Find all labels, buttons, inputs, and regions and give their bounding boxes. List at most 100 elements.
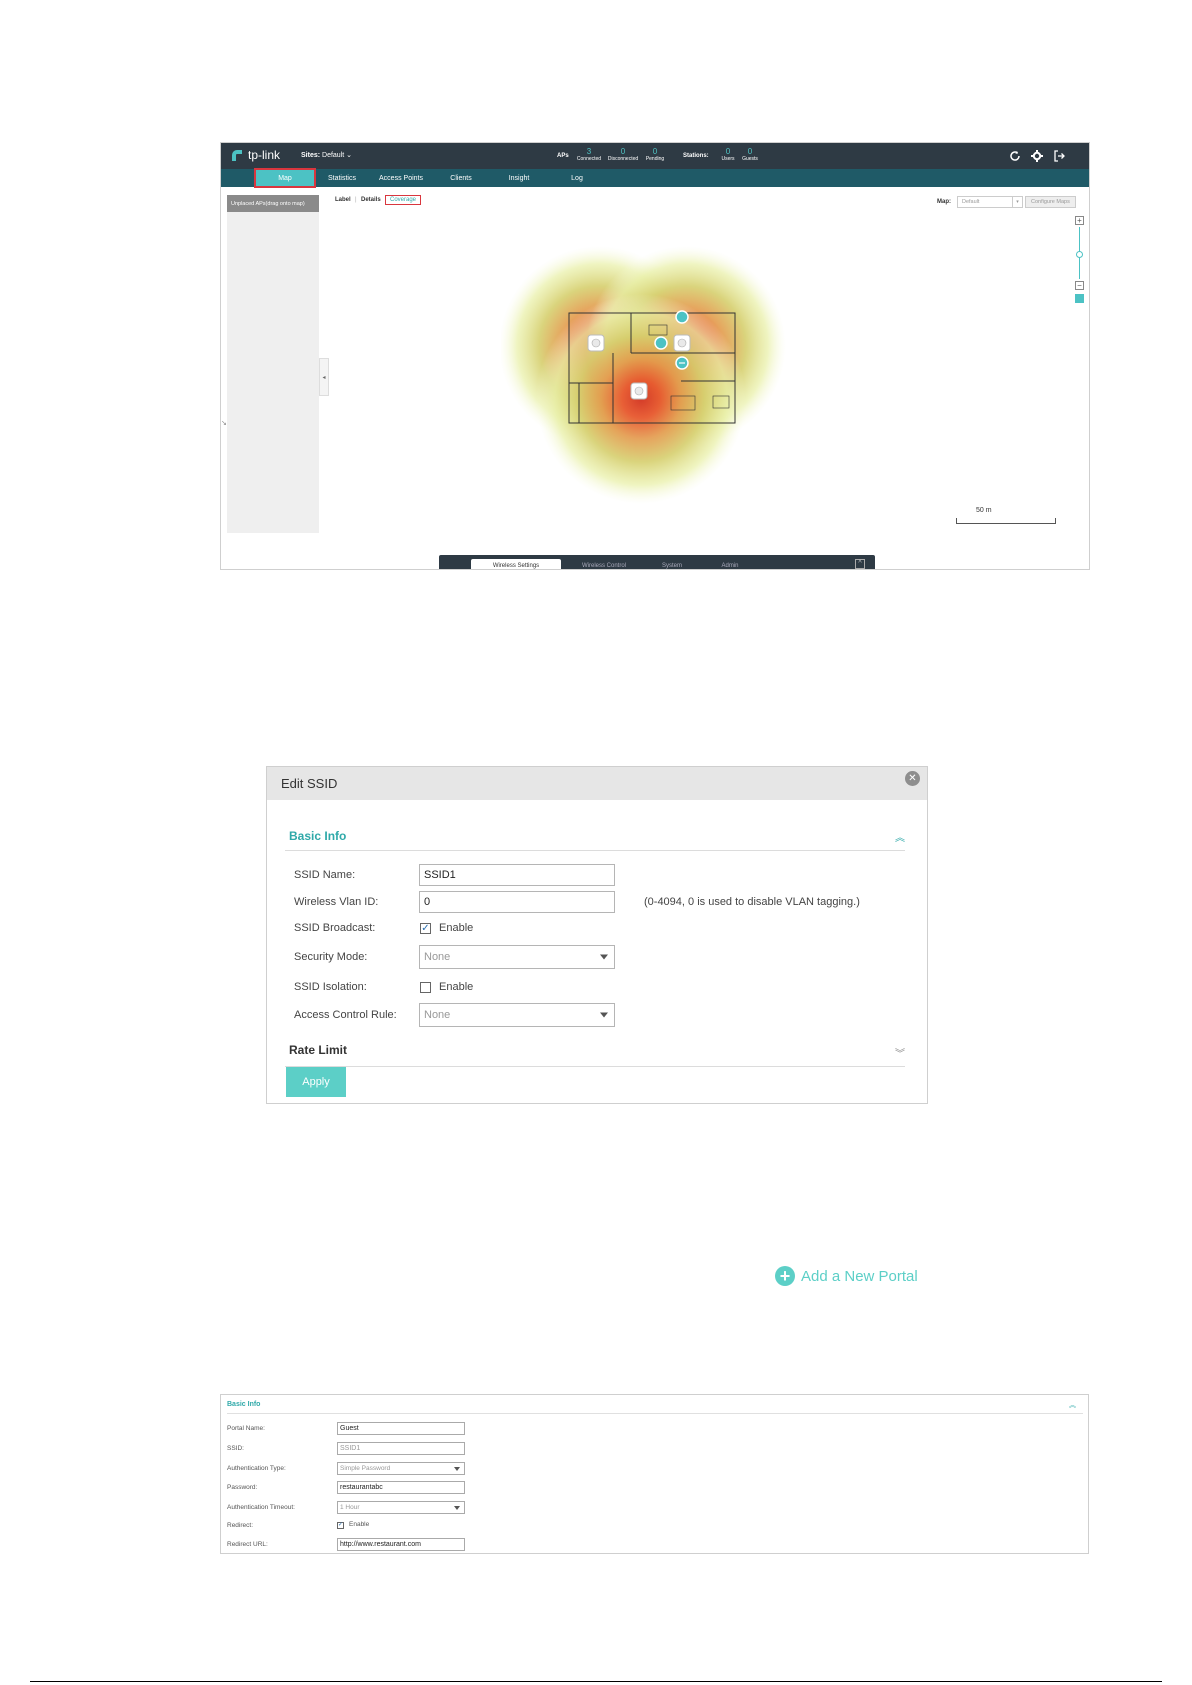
tp-link-logo: tp-link	[229, 147, 280, 163]
security-mode-select[interactable]: None	[419, 945, 615, 969]
tab-wireless-control[interactable]: Wireless Control	[569, 559, 639, 569]
chevron-double-up-icon[interactable]: ︽	[895, 829, 905, 844]
access-control-label: Access Control Rule:	[294, 1009, 397, 1021]
auth-timeout-label: Authentication Timeout:	[227, 1504, 295, 1511]
aps-label: APs	[557, 153, 569, 159]
ssid-name-label: SSID Name:	[294, 869, 356, 881]
ssid-broadcast-checkbox[interactable]: ✓	[420, 923, 431, 934]
auth-timeout-select[interactable]: 1 Hour	[337, 1501, 465, 1514]
refresh-icon[interactable]	[1007, 148, 1023, 164]
tab-statistics[interactable]: Statistics	[317, 169, 367, 187]
portal-name-input[interactable]: Guest	[337, 1422, 465, 1435]
add-new-portal-label: Add a New Portal	[801, 1267, 918, 1285]
ap-marker[interactable]	[630, 382, 648, 400]
zoom-slider-handle[interactable]	[1076, 251, 1083, 258]
stations-guests-count: 0	[747, 147, 753, 156]
password-input[interactable]: restaurantabc	[337, 1481, 465, 1494]
security-mode-value: None	[424, 951, 451, 963]
caret-down-icon	[454, 1505, 460, 1510]
chevron-up-icon[interactable]: ^	[855, 559, 865, 569]
aps-pending: 0 Pending	[643, 147, 667, 162]
access-control-value: None	[424, 1009, 451, 1021]
rate-limit-heading[interactable]: Rate Limit	[289, 1043, 347, 1057]
tab-clients[interactable]: Clients	[435, 169, 487, 187]
stations-users: 0 Users	[719, 147, 737, 162]
add-new-portal-link[interactable]: + Add a New Portal	[775, 1266, 918, 1286]
rotate-icon[interactable]	[675, 310, 689, 324]
dialog-header: Edit SSID ✕	[267, 767, 927, 800]
zoom-in-button[interactable]: +	[1075, 216, 1084, 225]
configure-maps-button[interactable]: Configure Maps	[1025, 196, 1076, 208]
chevron-double-up-icon[interactable]: ︽	[1069, 1400, 1076, 1410]
gear-icon[interactable]	[1029, 148, 1045, 164]
view-tab-label[interactable]: Label	[335, 197, 351, 203]
aps-pending-count: 0	[652, 147, 658, 156]
tab-map[interactable]: Map	[254, 168, 316, 188]
page-footer-rule	[30, 1681, 1162, 1682]
chevron-down-icon: ⌄	[346, 152, 353, 159]
ssid-isolation-checkbox[interactable]	[420, 982, 431, 993]
tab-insight[interactable]: Insight	[491, 169, 547, 187]
plus-circle-icon: +	[775, 1266, 795, 1286]
aps-connected: 3 Connected	[575, 147, 603, 162]
top-bar: tp-link Sites: Default ⌄ APs 3 Connected…	[221, 143, 1089, 169]
tab-access-points[interactable]: Access Points	[369, 169, 433, 187]
logout-icon[interactable]	[1051, 148, 1067, 164]
caret-down-icon	[454, 1466, 460, 1471]
ssid-isolation-label: SSID Isolation:	[294, 981, 367, 993]
redirect-checkbox[interactable]: ✓	[337, 1522, 344, 1529]
basic-info-heading[interactable]: Basic Info	[227, 1401, 260, 1408]
zoom-out-button[interactable]: −	[1075, 281, 1084, 290]
redirect-label: Redirect:	[227, 1522, 254, 1529]
ssid-broadcast-enable-label: Enable	[439, 922, 474, 934]
basic-info-heading[interactable]: Basic Info	[289, 829, 346, 843]
vlan-id-hint: (0-4094, 0 is used to disable VLAN taggi…	[644, 896, 860, 908]
settings-icon[interactable]	[654, 336, 668, 350]
tab-wireless-settings[interactable]: Wireless Settings	[471, 559, 561, 569]
settings-bottom-bar: Wireless Settings Wireless Control Syste…	[439, 555, 875, 569]
ap-marker[interactable]	[673, 334, 691, 352]
map-select[interactable]: Default ▾	[957, 196, 1023, 208]
ssid-label: SSID:	[227, 1445, 244, 1452]
section-divider	[285, 850, 905, 851]
view-tab-separator: |	[355, 197, 357, 203]
redirect-url-input[interactable]: http://www.restaurant.com	[337, 1538, 465, 1551]
portal-basic-info-form: Basic Info ︽ Portal Name: Guest SSID: SS…	[220, 1394, 1089, 1554]
vlan-id-input[interactable]: 0	[419, 891, 615, 913]
tp-link-logo-icon	[232, 150, 242, 161]
unplaced-aps-header: Unplaced APs(drag onto map)	[227, 195, 319, 212]
map-select-value: Default	[962, 199, 980, 205]
close-icon[interactable]: ✕	[905, 771, 920, 786]
panel-collapse-toggle[interactable]: ◂	[319, 358, 329, 396]
stations-users-label: Users	[721, 156, 735, 162]
view-tab-details[interactable]: Details	[361, 197, 381, 203]
auth-type-select[interactable]: Simple Password	[337, 1462, 465, 1475]
section-divider	[227, 1413, 1083, 1414]
ssid-input[interactable]: SSID1	[337, 1442, 465, 1455]
access-control-select[interactable]: None	[419, 1003, 615, 1027]
ssid-broadcast-label: SSID Broadcast:	[294, 922, 376, 934]
tab-system[interactable]: System	[647, 559, 697, 569]
caret-down-icon	[600, 954, 608, 960]
vlan-id-label: Wireless Vlan ID:	[294, 896, 379, 908]
unplaced-aps-panel: Unplaced APs(drag onto map)	[227, 195, 319, 533]
sites-selector[interactable]: Sites: Default ⌄	[301, 151, 352, 159]
apply-button[interactable]: Apply	[286, 1067, 346, 1097]
tab-log[interactable]: Log	[551, 169, 603, 187]
sites-value: Default	[322, 152, 345, 159]
chevron-double-down-icon[interactable]: ︾	[895, 1045, 905, 1060]
panel-expand-arrow-icon[interactable]: ↘	[221, 419, 227, 427]
tab-admin[interactable]: Admin	[705, 559, 755, 569]
ssid-name-input[interactable]: SSID1	[419, 864, 615, 886]
controller-map-screenshot: tp-link Sites: Default ⌄ APs 3 Connected…	[220, 142, 1090, 570]
auth-type-label: Authentication Type:	[227, 1465, 286, 1472]
view-tab-coverage[interactable]: Coverage	[385, 195, 422, 205]
fit-map-icon[interactable]	[1075, 294, 1084, 303]
stations-users-count: 0	[725, 147, 731, 156]
password-label: Password:	[227, 1484, 258, 1491]
portal-name-label: Portal Name:	[227, 1425, 265, 1432]
redirect-url-label: Redirect URL:	[227, 1541, 268, 1548]
ap-marker[interactable]	[587, 334, 605, 352]
dialog-title: Edit SSID	[281, 776, 338, 791]
main-nav: Map Statistics Access Points Clients Ins…	[221, 168, 1089, 188]
